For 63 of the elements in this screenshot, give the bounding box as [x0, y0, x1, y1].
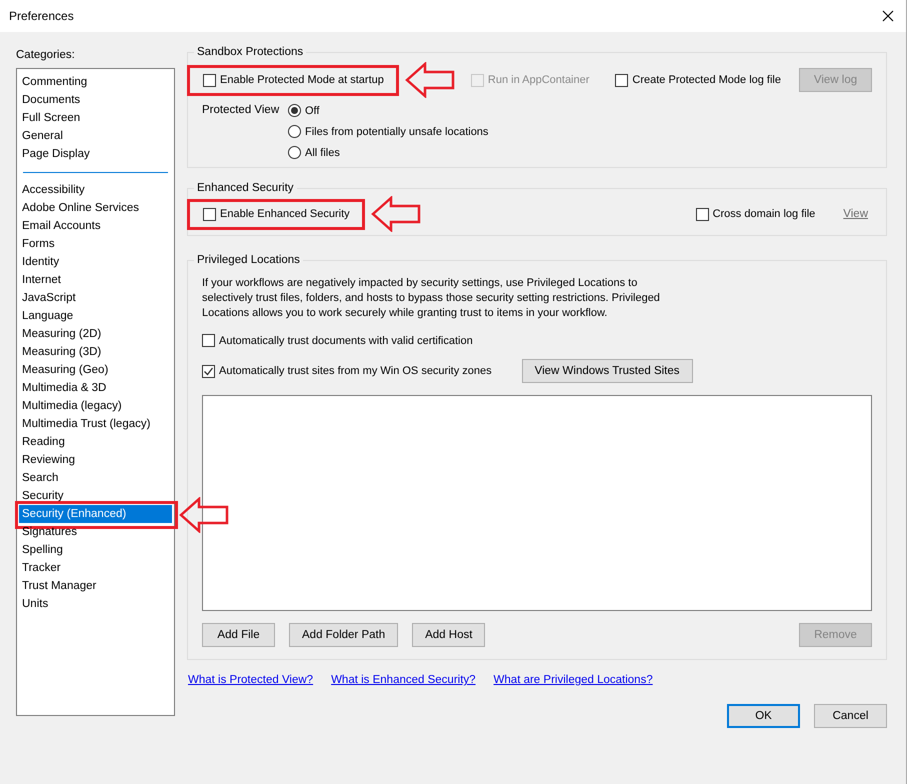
radio-button[interactable]: [288, 104, 301, 117]
category-item[interactable]: Trust Manager: [19, 577, 172, 595]
category-item[interactable]: General: [19, 127, 172, 145]
radio-label[interactable]: All files: [305, 146, 340, 158]
category-item[interactable]: Multimedia (legacy): [19, 397, 172, 415]
category-item[interactable]: Units: [19, 595, 172, 613]
window-title: Preferences: [9, 9, 74, 23]
category-item[interactable]: Security (Enhanced): [19, 505, 172, 523]
category-item[interactable]: Signatures: [19, 523, 172, 541]
category-item[interactable]: Forms: [19, 235, 172, 253]
category-item[interactable]: Spelling: [19, 541, 172, 559]
category-item[interactable]: Documents: [19, 91, 172, 109]
help-link[interactable]: What are Privileged Locations?: [494, 674, 653, 686]
cancel-button[interactable]: Cancel: [814, 704, 887, 728]
view-link[interactable]: View: [843, 208, 868, 220]
category-item[interactable]: Reviewing: [19, 451, 172, 469]
ok-button[interactable]: OK: [727, 704, 800, 728]
radio-label[interactable]: Off: [305, 104, 320, 116]
category-item[interactable]: Adobe Online Services: [19, 199, 172, 217]
protected-view-label: Protected View: [202, 104, 280, 116]
help-link[interactable]: What is Protected View?: [188, 674, 314, 686]
add-button[interactable]: Add File: [202, 623, 275, 647]
category-item[interactable]: JavaScript: [19, 289, 172, 307]
category-item[interactable]: Security: [19, 487, 172, 505]
category-item[interactable]: Search: [19, 469, 172, 487]
radio-button[interactable]: [288, 146, 301, 159]
arrow-icon: [370, 196, 421, 232]
help-link[interactable]: What is Enhanced Security?: [331, 674, 476, 686]
category-item[interactable]: Accessibility: [19, 181, 172, 199]
add-button[interactable]: Add Folder Path: [289, 623, 398, 647]
group-title: Enhanced Security: [196, 182, 295, 194]
category-item[interactable]: Measuring (3D): [19, 343, 172, 361]
category-item[interactable]: Multimedia Trust (legacy): [19, 415, 172, 433]
checkbox[interactable]: Automatically trust documents with valid certification: [202, 334, 473, 347]
checkmark-icon: [203, 366, 214, 376]
category-item[interactable]: Email Accounts: [19, 217, 172, 235]
category-item[interactable]: Multimedia & 3D: [19, 379, 172, 397]
description-text: If your workflows are negatively impacted by security settings, use Privileged Locations to selectively trust files, folders, and hosts to bypass those security setting restrictions. Privileged Locations allows you to work securely while granting trust to items in your workflow.: [201, 276, 661, 321]
category-item[interactable]: Tracker: [19, 559, 172, 577]
close-icon[interactable]: [882, 10, 894, 22]
group-title: Privileged Locations: [196, 254, 301, 266]
arrow-icon: [179, 497, 229, 533]
checkbox[interactable]: Enable Enhanced Security: [203, 208, 350, 220]
category-item[interactable]: Reading: [19, 433, 172, 451]
radio-button[interactable]: [288, 125, 301, 138]
add-button[interactable]: Add Host: [412, 623, 486, 647]
category-item[interactable]: Identity: [19, 253, 172, 271]
category-item[interactable]: Language: [19, 307, 172, 325]
group-title: Sandbox Protections: [196, 46, 304, 58]
arrow-icon: [404, 62, 455, 98]
category-item[interactable]: Commenting: [19, 73, 172, 91]
checkbox[interactable]: Cross domain log file: [696, 208, 816, 220]
categories-label: Categories:: [16, 49, 76, 61]
checkbox[interactable]: Enable Protected Mode at startup: [203, 74, 384, 86]
category-item[interactable]: Measuring (2D): [19, 325, 172, 343]
radio-label[interactable]: Files from potentially unsafe locations: [305, 126, 488, 138]
category-item[interactable]: Page Display: [19, 145, 172, 163]
category-item[interactable]: Measuring (Geo): [19, 361, 172, 379]
checkbox[interactable]: Automatically trust sites from my Win OS security zones: [202, 364, 492, 378]
checkbox[interactable]: Create Protected Mode log file: [615, 74, 781, 86]
category-item[interactable]: Full Screen: [19, 109, 172, 127]
trusted-sites-button[interactable]: View Windows Trusted Sites: [522, 359, 693, 383]
category-item[interactable]: Internet: [19, 271, 172, 289]
